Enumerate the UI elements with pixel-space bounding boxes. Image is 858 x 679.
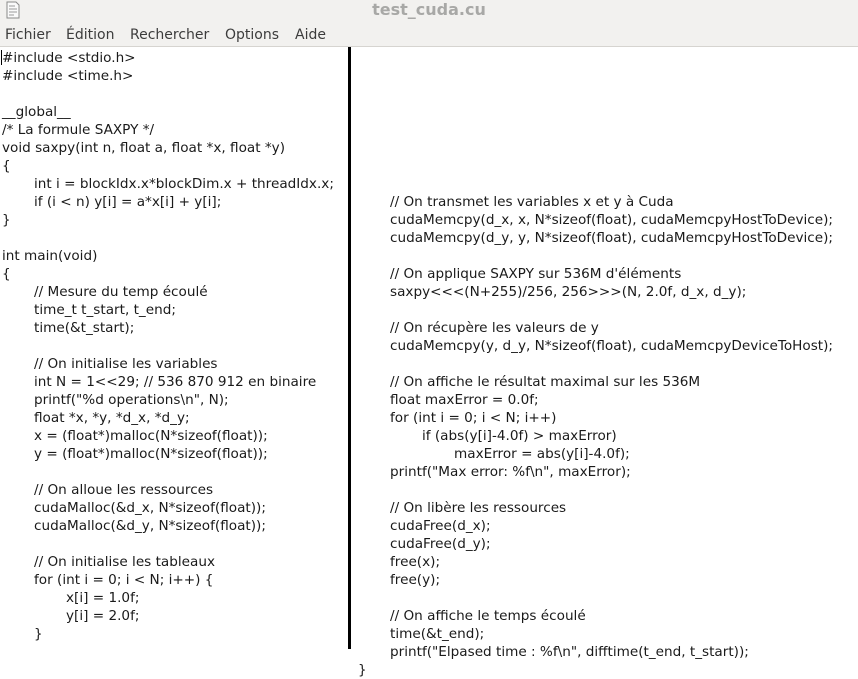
code-line: // On initialise les tableaux: [34, 554, 216, 570]
code-line: for (int i = 0; i < N; i++) {: [34, 572, 214, 588]
code-line: time(&t_start);: [34, 320, 135, 336]
editor-area[interactable]: #include <stdio.h> #include <time.h> __glo…: [0, 47, 858, 678]
code-line: x = (float*)malloc(N*sizeof(float));: [34, 428, 268, 444]
code-line: }: [34, 626, 43, 642]
code-line: cudaFree(d_y);: [390, 536, 491, 552]
code-line: #include <time.h>: [2, 68, 134, 84]
code-line: cudaMalloc(&d_y, N*sizeof(float));: [34, 518, 266, 534]
code-line: x[i] = 1.0f;: [66, 590, 140, 606]
menu-options[interactable]: Options: [225, 26, 279, 44]
title-bar: test_cuda.cu: [0, 0, 858, 24]
code-line: // On alloue les ressources: [34, 482, 214, 498]
code-line: int main(void): [2, 248, 98, 264]
code-line: }: [358, 662, 367, 678]
menu-edit[interactable]: Édition: [66, 26, 114, 44]
code-line: cudaFree(d_x);: [390, 518, 491, 534]
window-title: test_cuda.cu: [372, 0, 486, 19]
code-line: // On affiche le temps écoulé: [390, 608, 586, 624]
menu-bar: Fichier Édition Rechercher Options Aide: [0, 24, 858, 46]
menu-search[interactable]: Rechercher: [130, 26, 209, 44]
code-line: free(y);: [390, 572, 441, 588]
code-line: // On libère les ressources: [390, 500, 567, 516]
code-line: float maxError = 0.0f;: [390, 392, 539, 408]
code-line: int i = blockIdx.x*blockDim.x + threadId…: [34, 176, 334, 192]
code-line: printf("Max error: %f\n", maxError);: [390, 464, 631, 480]
code-line: #include <stdio.h>: [2, 50, 136, 66]
code-line: __global__: [2, 104, 71, 120]
code-line: // On initialise les variables: [34, 356, 218, 372]
code-line: cudaMalloc(&d_x, N*sizeof(float));: [34, 500, 266, 516]
code-line: cudaMemcpy(y, d_y, N*sizeof(float), cuda…: [390, 338, 834, 354]
text-cursor: [1, 50, 2, 65]
code-line: free(x);: [390, 554, 441, 570]
code-line: if (i < n) y[i] = a*x[i] + y[i];: [34, 194, 222, 210]
code-line: printf("%d operations\n", N);: [34, 392, 229, 408]
code-line: printf("Elpased time : %f\n", difftime(t…: [390, 644, 749, 660]
code-line: {: [2, 266, 11, 282]
code-line: /* La formule SAXPY */: [2, 122, 155, 138]
code-line: cudaMemcpy(d_y, y, N*sizeof(float), cuda…: [390, 230, 834, 246]
code-line: int N = 1<<29; // 536 870 912 en binaire: [34, 374, 317, 390]
code-line: float *x, *y, *d_x, *d_y;: [34, 410, 190, 426]
code-line: // Mesure du temp écoulé: [34, 284, 208, 300]
code-line: // On récupère les valeurs de y: [390, 320, 599, 336]
code-line: maxError = abs(y[i]-4.0f);: [454, 446, 630, 462]
code-line: // On transmet les variables x et y à Cu…: [390, 194, 674, 210]
code-line: {: [2, 158, 11, 174]
code-line: }: [2, 212, 11, 228]
code-line: void saxpy(int n, float a, float *x, flo…: [2, 140, 286, 156]
code-line: time(&t_end);: [390, 626, 485, 642]
code-line: for (int i = 0; i < N; i++): [390, 410, 557, 426]
code-line: // On affiche le résultat maximal sur le…: [390, 374, 701, 390]
menu-file[interactable]: Fichier: [5, 26, 51, 44]
split-divider[interactable]: [348, 47, 351, 649]
code-line: saxpy<<<(N+255)/256, 256>>>(N, 2.0f, d_x…: [390, 284, 747, 300]
code-line: y = (float*)malloc(N*sizeof(float));: [34, 446, 268, 462]
code-line: if (abs(y[i]-4.0f) > maxError): [422, 428, 617, 444]
code-line: cudaMemcpy(d_x, x, N*sizeof(float), cuda…: [390, 212, 834, 228]
menu-help[interactable]: Aide: [295, 26, 326, 44]
code-line: y[i] = 2.0f;: [66, 608, 140, 624]
code-line: time_t t_start, t_end;: [34, 302, 176, 318]
code-line: // On applique SAXPY sur 536M d'éléments: [390, 266, 682, 282]
